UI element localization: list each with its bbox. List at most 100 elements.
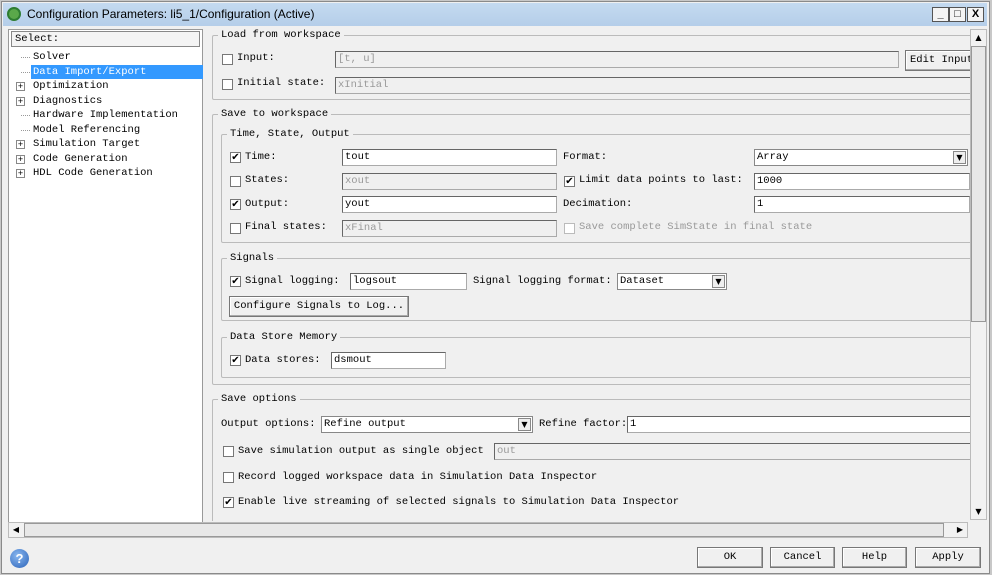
data-stores-field[interactable]: dsmout bbox=[331, 352, 446, 369]
states-field[interactable]: xout bbox=[342, 173, 557, 190]
vertical-scrollbar[interactable]: ▲ ▼ bbox=[970, 29, 987, 520]
signal-logging-format-value: Dataset bbox=[620, 275, 665, 287]
save-group-title: Save to workspace bbox=[218, 108, 332, 120]
tso-group-title: Time, State, Output bbox=[227, 128, 353, 140]
chevron-down-icon: ▼ bbox=[518, 418, 531, 431]
signal-logging-label: Signal logging: bbox=[245, 275, 340, 287]
signals-group-title: Signals bbox=[227, 252, 278, 264]
tree-item[interactable]: Diagnostics bbox=[31, 94, 104, 108]
output-options-select[interactable]: Refine output ▼ bbox=[321, 416, 533, 433]
output-checkbox[interactable]: ✔ bbox=[230, 199, 241, 210]
tree-connector bbox=[21, 71, 30, 73]
simstate-label: Save complete SimState in final state bbox=[579, 221, 813, 233]
tree-connector bbox=[21, 129, 30, 131]
expand-icon[interactable]: + bbox=[16, 169, 25, 178]
record-sdi-checkbox[interactable] bbox=[223, 472, 234, 483]
expand-icon[interactable]: + bbox=[16, 140, 25, 149]
tree-header: Select: bbox=[11, 31, 200, 47]
refine-factor-label: Refine factor: bbox=[539, 418, 628, 430]
settings-pane: Load from workspace Input: [t, u] Edit I… bbox=[205, 29, 970, 521]
scroll-down-icon[interactable]: ▼ bbox=[971, 504, 986, 519]
help-button[interactable]: Help bbox=[842, 547, 907, 568]
initial-state-field[interactable]: xInitial bbox=[335, 77, 970, 94]
simulink-icon bbox=[7, 7, 21, 21]
format-label: Format: bbox=[563, 151, 608, 163]
limit-checkbox[interactable]: ✔ bbox=[564, 176, 575, 187]
signal-logging-checkbox[interactable]: ✔ bbox=[230, 276, 241, 287]
refine-factor-field[interactable]: 1 bbox=[627, 416, 970, 433]
signal-logging-format-select[interactable]: Dataset ▼ bbox=[617, 273, 727, 290]
close-button[interactable]: X bbox=[967, 7, 984, 22]
apply-button[interactable]: Apply bbox=[915, 547, 981, 568]
chevron-down-icon: ▼ bbox=[712, 275, 725, 288]
title-bar: Configuration Parameters: li5_1/Configur… bbox=[3, 3, 987, 26]
output-label: Output: bbox=[245, 198, 290, 210]
single-object-label: Save simulation output as single object bbox=[238, 445, 484, 457]
output-options-value: Refine output bbox=[324, 418, 406, 430]
final-states-label: Final states: bbox=[245, 221, 327, 233]
output-field[interactable]: yout bbox=[342, 196, 557, 213]
category-tree: Select: Solver Data Import/Export + Optimiz… bbox=[8, 29, 203, 523]
tree-item[interactable]: HDL Code Generation bbox=[31, 166, 155, 180]
scroll-thumb[interactable] bbox=[971, 46, 986, 322]
final-states-field[interactable]: xFinal bbox=[342, 220, 557, 237]
tree-item[interactable]: Data Import/Export bbox=[31, 64, 203, 79]
tree-item[interactable]: Model Referencing bbox=[31, 123, 142, 137]
initial-state-checkbox[interactable] bbox=[222, 79, 233, 90]
decimation-label: Decimation: bbox=[563, 198, 633, 210]
live-streaming-checkbox[interactable]: ✔ bbox=[223, 497, 234, 508]
single-object-checkbox[interactable] bbox=[223, 446, 234, 457]
single-object-field[interactable]: out bbox=[494, 443, 970, 460]
input-field[interactable]: [t, u] bbox=[335, 51, 899, 68]
initial-state-label: Initial state: bbox=[237, 77, 326, 89]
limit-label: Limit data points to last: bbox=[579, 174, 743, 186]
scroll-thumb-h[interactable] bbox=[24, 523, 944, 537]
signal-logging-field[interactable]: logsout bbox=[350, 273, 467, 290]
states-checkbox[interactable] bbox=[230, 176, 241, 187]
ok-button[interactable]: OK bbox=[697, 547, 763, 568]
live-streaming-label: Enable live streaming of selected signal… bbox=[238, 496, 680, 508]
data-stores-checkbox[interactable]: ✔ bbox=[230, 355, 241, 366]
expand-icon[interactable]: + bbox=[16, 82, 25, 91]
cancel-button[interactable]: Cancel bbox=[770, 547, 835, 568]
simstate-checkbox[interactable] bbox=[564, 223, 575, 234]
record-sdi-label: Record logged workspace data in Simulati… bbox=[238, 471, 598, 483]
window-title: Configuration Parameters: li5_1/Configur… bbox=[27, 7, 315, 21]
tree-item[interactable]: Simulation Target bbox=[31, 137, 142, 151]
edit-input-button[interactable]: Edit Input bbox=[905, 50, 970, 71]
final-states-checkbox[interactable] bbox=[230, 223, 241, 234]
expand-icon[interactable]: + bbox=[16, 154, 25, 164]
output-options-label: Output options: bbox=[221, 418, 316, 430]
input-label: Input: bbox=[237, 52, 275, 64]
tree-item[interactable]: Hardware Implementation bbox=[31, 108, 180, 122]
time-field[interactable]: tout bbox=[342, 149, 557, 166]
states-label: States: bbox=[245, 174, 290, 186]
decimation-field[interactable]: 1 bbox=[754, 196, 970, 213]
format-select[interactable]: Array ▼ bbox=[754, 149, 968, 166]
scroll-up-icon[interactable]: ▲ bbox=[971, 30, 986, 45]
horizontal-scrollbar[interactable]: ◀ ▶ bbox=[8, 522, 968, 538]
scroll-left-icon[interactable]: ◀ bbox=[9, 523, 23, 537]
time-label: Time: bbox=[245, 151, 277, 163]
signal-logging-format-label: Signal logging format: bbox=[473, 275, 612, 287]
time-checkbox[interactable]: ✔ bbox=[230, 152, 241, 163]
maximize-button[interactable]: □ bbox=[949, 7, 966, 22]
tree-item[interactable]: Code Generation bbox=[31, 152, 130, 166]
expand-icon[interactable]: + bbox=[16, 96, 25, 106]
limit-field[interactable]: 1000 bbox=[754, 173, 970, 190]
input-checkbox[interactable] bbox=[222, 54, 233, 65]
scroll-right-icon[interactable]: ▶ bbox=[953, 523, 967, 537]
help-icon[interactable]: ? bbox=[10, 549, 29, 568]
tree-item[interactable]: Solver bbox=[31, 50, 73, 64]
tree-item[interactable]: Optimization bbox=[31, 79, 111, 93]
data-stores-label: Data stores: bbox=[245, 354, 321, 366]
load-group-title: Load from workspace bbox=[218, 29, 344, 41]
tree-connector bbox=[21, 115, 30, 116]
save-options-title: Save options bbox=[218, 393, 300, 405]
dsm-group-title: Data Store Memory bbox=[227, 331, 341, 343]
tree-connector bbox=[21, 57, 30, 58]
format-value: Array bbox=[757, 151, 789, 163]
configure-signals-button[interactable]: Configure Signals to Log... bbox=[229, 296, 409, 317]
minimize-button[interactable]: _ bbox=[932, 7, 949, 22]
chevron-down-icon: ▼ bbox=[953, 151, 966, 164]
